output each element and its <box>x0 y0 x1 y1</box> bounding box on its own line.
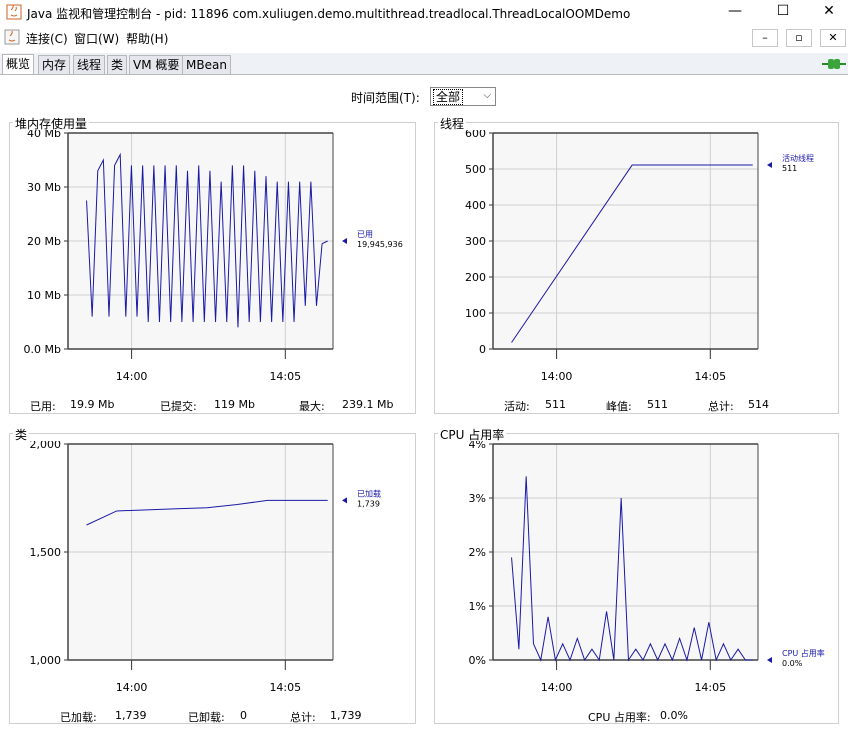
y-tick-label: 1,500 <box>30 546 62 559</box>
threads-chart: 0 100 200 300 400 500 600 14:00 14:05 活动线程511 <box>465 130 814 383</box>
menu-help[interactable]: 帮助(H) <box>126 30 168 47</box>
legend-name: 已加载 <box>357 488 381 498</box>
tab-vm-summary[interactable]: VM 概要 <box>129 55 184 74</box>
legend-name: 已用 <box>357 230 373 239</box>
y-tick-label: 2% <box>469 546 486 559</box>
maximize-button[interactable]: ☐ <box>760 0 806 24</box>
y-tick-label: 4% <box>469 441 486 451</box>
y-tick-label: 40 Mb <box>27 130 61 140</box>
tab-classes[interactable]: 类 <box>107 55 128 74</box>
y-tick-label: 0.0 Mb <box>24 343 61 356</box>
threads-peak-value: 511 <box>647 398 668 411</box>
close-button[interactable]: ✕ <box>806 0 848 24</box>
heap-committed-value: 119 Mb <box>214 398 255 411</box>
tab-threads[interactable]: 线程 <box>73 55 106 74</box>
heap-used-label: 已用: <box>30 400 56 413</box>
legend-marker <box>767 162 772 169</box>
y-tick-label: 1,000 <box>30 654 62 667</box>
threads-total-label: 总计: <box>708 400 734 413</box>
y-tick-label: 30 Mb <box>27 181 61 194</box>
x-tick-label: 14:05 <box>269 370 301 383</box>
cpu-chart: 0% 1% 2% 3% 4% 14:00 14:05 CPU 占用率0.0% <box>469 441 825 694</box>
heap-max-label: 最大: <box>299 400 325 413</box>
classes-total-value: 1,739 <box>330 709 362 722</box>
menu-connect[interactable]: 连接(C) <box>26 30 68 47</box>
inner-restore-button[interactable]: ▫ <box>786 29 812 47</box>
java-menu-icon[interactable] <box>4 29 20 45</box>
heap-committed-label: 已提交: <box>160 400 197 413</box>
time-range-value: 全部 <box>433 89 464 105</box>
y-tick-label: 100 <box>465 307 486 320</box>
y-tick-label: 0 <box>479 343 486 356</box>
y-tick-label: 300 <box>465 235 486 248</box>
inner-close-button[interactable]: ✕ <box>820 29 846 47</box>
time-range-label: 时间范围(T): <box>351 91 420 105</box>
y-tick-label: 2,000 <box>30 441 62 451</box>
window-titlebar: Java 监视和管理控制台 - pid: 11896 com.xuliugen.… <box>0 0 848 24</box>
x-tick-label: 14:00 <box>541 681 573 694</box>
connection-plug-icon <box>822 59 846 69</box>
tab-mbeans[interactable]: MBean <box>182 55 231 74</box>
legend-marker <box>342 497 347 504</box>
threads-total-value: 514 <box>748 398 769 411</box>
classes-chart: 1,000 1,500 2,000 14:00 14:05 已加载1,739 <box>30 441 382 694</box>
y-tick-label: 0% <box>469 654 486 667</box>
y-tick-label: 500 <box>465 163 486 176</box>
y-tick-label: 3% <box>469 492 486 505</box>
legend-value: 0.0% <box>782 659 803 668</box>
heap-max-value: 239.1 Mb <box>342 398 394 411</box>
legend-value: 511 <box>782 164 797 173</box>
classes-loaded-label: 已加载: <box>60 711 97 724</box>
y-tick-label: 200 <box>465 271 486 284</box>
menu-bar: 连接(C) 窗口(W) 帮助(H) – ▫ ✕ <box>0 27 848 49</box>
legend-value: 1,739 <box>357 499 380 508</box>
x-tick-label: 14:00 <box>116 370 148 383</box>
heap-used-value: 19.9 Mb <box>70 398 115 411</box>
tab-overview[interactable]: 概览 <box>2 54 35 74</box>
x-tick-label: 14:05 <box>694 370 726 383</box>
tab-bar: 概览 内存 线程 类 VM 概要 MBean <box>0 53 848 75</box>
legend-marker <box>767 657 772 663</box>
x-tick-label: 14:00 <box>541 370 573 383</box>
threads-live-value: 511 <box>545 398 566 411</box>
java-app-icon <box>6 4 22 20</box>
x-tick-label: 14:00 <box>116 681 148 694</box>
classes-unloaded-label: 已卸载: <box>188 711 225 724</box>
tab-memory[interactable]: 内存 <box>38 55 71 74</box>
cpu-usage-value: 0.0% <box>660 709 688 722</box>
time-range-select[interactable]: 全部 ⌵ <box>430 87 496 106</box>
inner-minimize-button[interactable]: – <box>752 29 778 47</box>
classes-total-label: 总计: <box>290 711 316 724</box>
window-title: Java 监视和管理控制台 - pid: 11896 com.xuliugen.… <box>27 7 631 21</box>
y-tick-label: 20 Mb <box>27 235 61 248</box>
chevron-down-icon: ⌵ <box>483 90 491 101</box>
legend-name: 活动线程 <box>782 153 814 163</box>
y-tick-label: 600 <box>465 130 486 140</box>
classes-unloaded-value: 0 <box>240 709 247 722</box>
legend-name: CPU 占用率 <box>782 648 825 658</box>
cpu-usage-label: CPU 占用率: <box>588 711 651 724</box>
x-tick-label: 14:05 <box>269 681 301 694</box>
y-tick-label: 400 <box>465 199 486 212</box>
classes-loaded-value: 1,739 <box>115 709 147 722</box>
threads-live-label: 活动: <box>504 400 530 413</box>
minimize-button[interactable]: — <box>712 0 758 24</box>
menu-window[interactable]: 窗口(W) <box>74 30 119 47</box>
threads-peak-label: 峰值: <box>606 400 632 413</box>
heap-chart: 0.0 Mb 10 Mb 20 Mb 30 Mb 40 Mb 14:00 14:05 已用19… <box>24 130 403 383</box>
legend-value: 19,945,936 <box>357 240 403 249</box>
y-tick-label: 1% <box>469 600 486 613</box>
y-tick-label: 10 Mb <box>27 289 61 302</box>
x-tick-label: 14:05 <box>694 681 726 694</box>
legend-marker <box>342 238 347 244</box>
